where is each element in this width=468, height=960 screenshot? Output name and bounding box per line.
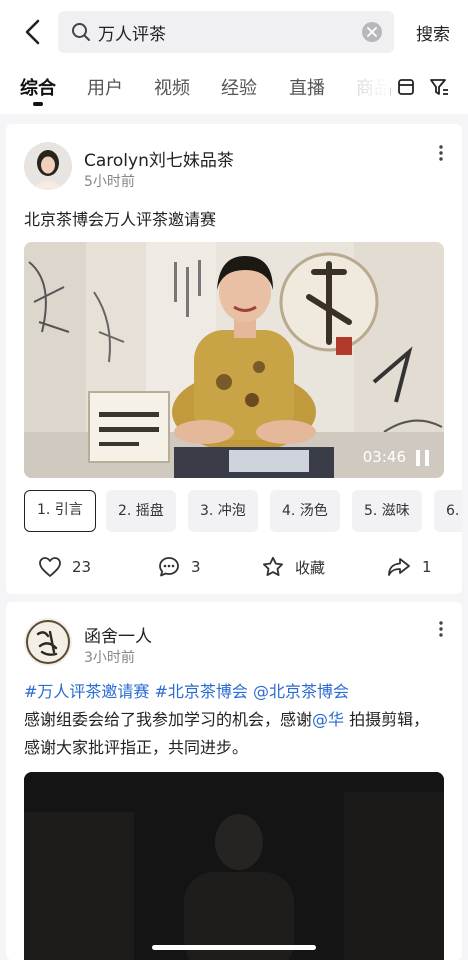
chapter-chip[interactable]: 3. 冲泡 — [188, 490, 258, 532]
post-text: #万人评茶邀请赛 #北京茶博会 @北京茶博会 感谢组委会给了我参加学习的机会，感… — [24, 678, 444, 762]
post-card[interactable]: 函舍一人 3小时前 #万人评茶邀请赛 #北京茶博会 @北京茶博会 感谢组委会给了… — [6, 602, 462, 960]
hashtag-link[interactable]: #北京茶博会 — [155, 682, 248, 701]
back-icon[interactable] — [18, 16, 50, 48]
author-name[interactable]: Carolyn刘七妹品茶 — [84, 146, 234, 171]
heart-icon — [39, 557, 61, 577]
search-button[interactable]: 搜索 — [416, 20, 450, 45]
pause-icon[interactable] — [416, 450, 430, 466]
search-input[interactable]: 万人评茶 — [58, 11, 394, 53]
tab-all[interactable]: 综合 — [20, 74, 56, 100]
top-bar: 万人评茶 搜索 — [0, 0, 468, 64]
search-icon — [70, 21, 92, 43]
more-icon[interactable] — [438, 144, 444, 162]
tab-indicator — [33, 102, 43, 106]
search-tabs: 综合 用户 视频 经验 直播 商品 — [0, 64, 468, 114]
search-query: 万人评茶 — [98, 25, 166, 45]
mention-link[interactable]: @华 — [312, 710, 344, 729]
comment-button[interactable]: 3 — [157, 554, 201, 580]
comment-icon — [159, 557, 179, 577]
layout-toggle-icon[interactable] — [395, 76, 417, 98]
video-duration: 03:46 — [362, 448, 406, 466]
post-time: 5小时前 — [84, 174, 135, 190]
hashtag-link[interactable]: #万人评茶邀请赛 — [24, 682, 149, 701]
avatar[interactable] — [24, 142, 72, 190]
tab-users[interactable]: 用户 — [87, 74, 123, 100]
post-card[interactable]: Carolyn刘七妹品茶 5小时前 北京茶博会万人评茶邀请赛 03:46 1. … — [6, 124, 462, 594]
chapter-chip[interactable]: 1. 引言 — [24, 490, 96, 532]
favorite-button[interactable]: 收藏 — [261, 554, 325, 580]
mention-link[interactable]: @北京茶博会 — [253, 682, 349, 701]
video-player[interactable]: 03:46 — [24, 242, 444, 478]
share-count: 1 — [422, 558, 432, 576]
post-title[interactable]: 北京茶博会万人评茶邀请赛 — [24, 206, 216, 230]
post-time: 3小时前 — [84, 650, 135, 666]
video-thumbnail — [24, 242, 444, 478]
filter-icon[interactable] — [428, 76, 450, 98]
chapter-chip[interactable]: 4. 汤色 — [270, 490, 340, 532]
star-icon — [263, 556, 283, 576]
share-button[interactable]: 1 — [386, 554, 432, 580]
author-name[interactable]: 函舍一人 — [84, 622, 152, 647]
chapter-chip[interactable]: 2. 摇盘 — [106, 490, 176, 532]
like-button[interactable]: 23 — [38, 554, 91, 580]
share-icon — [388, 558, 410, 576]
comment-count: 3 — [191, 558, 201, 576]
home-indicator — [152, 945, 316, 950]
post-body-text: 感谢组委会给了我参加学习的机会，感谢 — [24, 710, 313, 729]
tab-live[interactable]: 直播 — [289, 74, 325, 100]
avatar[interactable] — [24, 618, 72, 666]
video-thumbnail — [24, 772, 444, 960]
video-player[interactable] — [24, 772, 444, 960]
post-actions: 23 3 收藏 1 — [6, 550, 462, 584]
favorite-label: 收藏 — [295, 558, 326, 577]
clear-search-icon[interactable] — [362, 22, 382, 42]
like-count: 23 — [72, 558, 92, 576]
tab-experience[interactable]: 经验 — [221, 74, 257, 100]
chapter-list: 1. 引言 2. 摇盘 3. 冲泡 4. 汤色 5. 滋味 6. — [24, 488, 462, 534]
chapter-chip[interactable]: 5. 滋味 — [352, 490, 422, 532]
more-icon[interactable] — [438, 620, 444, 638]
tab-videos[interactable]: 视频 — [154, 74, 190, 100]
chapter-chip[interactable]: 6. — [434, 490, 462, 532]
